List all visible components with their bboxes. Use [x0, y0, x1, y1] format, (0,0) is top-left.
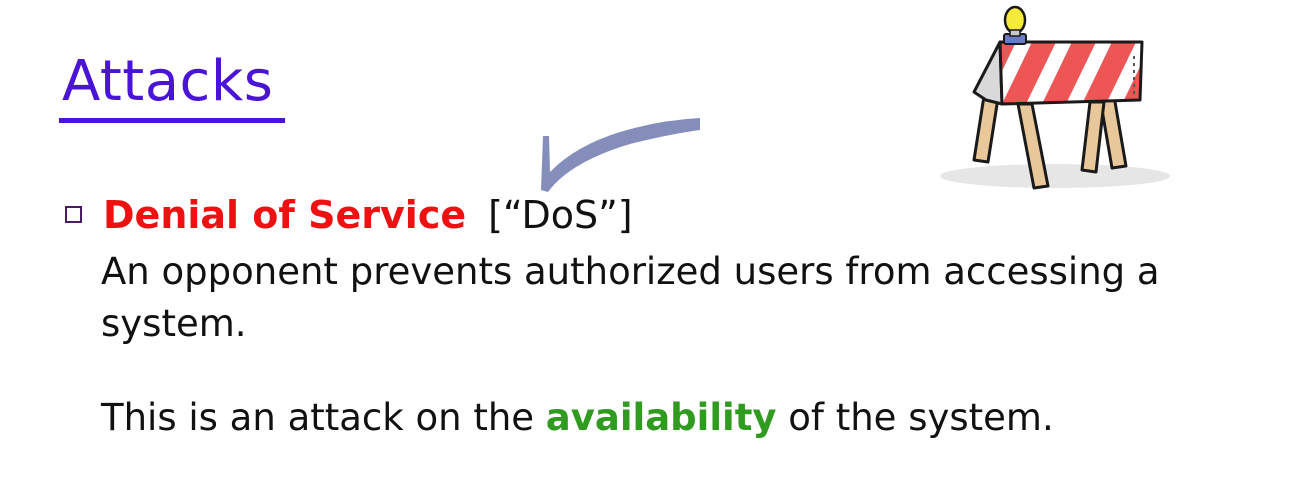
term-abbreviation: [“DoS”] — [488, 193, 633, 237]
statement-prefix: This is an attack on the — [101, 396, 546, 439]
term-definition: An opponent prevents authorized users fr… — [101, 250, 1160, 345]
availability-statement: This is an attack on the availability of… — [101, 392, 1054, 444]
title-underline — [59, 118, 285, 123]
highlight-availability: availability — [545, 396, 777, 439]
road-barricade-icon — [940, 5, 1170, 190]
annotation-checkmark-stroke — [541, 118, 700, 192]
square-bullet-icon — [65, 206, 82, 223]
statement-suffix: of the system. — [776, 396, 1054, 439]
slide-title: Attacks — [62, 49, 274, 114]
bullet-heading: Denial of Service [“DoS”] — [103, 193, 633, 239]
term-denial-of-service: Denial of Service — [103, 193, 467, 237]
